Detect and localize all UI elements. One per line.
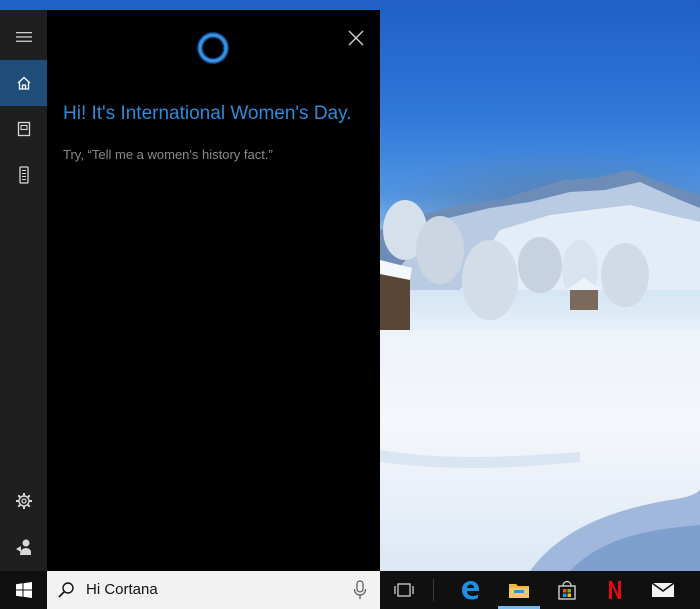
netflix-icon (609, 581, 621, 599)
netflix-button[interactable] (592, 571, 638, 609)
cortana-panel (47, 10, 380, 571)
wallpaper-snow-drifts (380, 450, 700, 571)
task-view-button[interactable] (381, 571, 427, 609)
start-button[interactable] (0, 571, 47, 609)
store-button[interactable] (544, 571, 590, 609)
hamburger-menu-button[interactable] (0, 14, 47, 60)
mail-button[interactable] (640, 571, 686, 609)
store-icon (558, 580, 576, 600)
devices-icon (18, 166, 29, 184)
file-explorer-icon (509, 584, 529, 598)
taskbar-separator (433, 579, 434, 601)
feedback-button[interactable] (0, 524, 47, 570)
cortana-suggestion[interactable]: Try, “Tell me a women's history fact.” (63, 146, 373, 164)
notebook-button[interactable] (0, 106, 47, 152)
edge-button[interactable] (447, 571, 493, 609)
home-button[interactable] (0, 60, 47, 106)
settings-button[interactable] (0, 478, 47, 524)
mail-icon (651, 582, 675, 597)
settings-gear-icon (15, 493, 32, 509)
home-icon (17, 76, 30, 90)
taskbar: Hi Cortana (0, 571, 700, 609)
wallpaper-trees (380, 200, 649, 340)
notebook-icon (17, 121, 30, 137)
cortana-side-rail (0, 10, 47, 571)
microphone-icon[interactable] (353, 580, 367, 600)
task-view-icon (394, 583, 414, 597)
search-input[interactable]: Hi Cortana (86, 581, 158, 599)
feedback-icon (15, 539, 31, 555)
hamburger-menu-icon (15, 32, 32, 42)
cortana-greeting: Hi! It's International Women's Day. (63, 103, 352, 124)
file-explorer-button[interactable] (496, 571, 542, 609)
cortana-ring-icon (197, 32, 229, 64)
close-icon[interactable] (345, 27, 367, 49)
search-icon (58, 582, 74, 598)
windows-logo-icon (15, 582, 32, 598)
edge-icon (462, 581, 479, 600)
cortana-search-box[interactable]: Hi Cortana (47, 571, 380, 609)
devices-button[interactable] (0, 152, 47, 198)
